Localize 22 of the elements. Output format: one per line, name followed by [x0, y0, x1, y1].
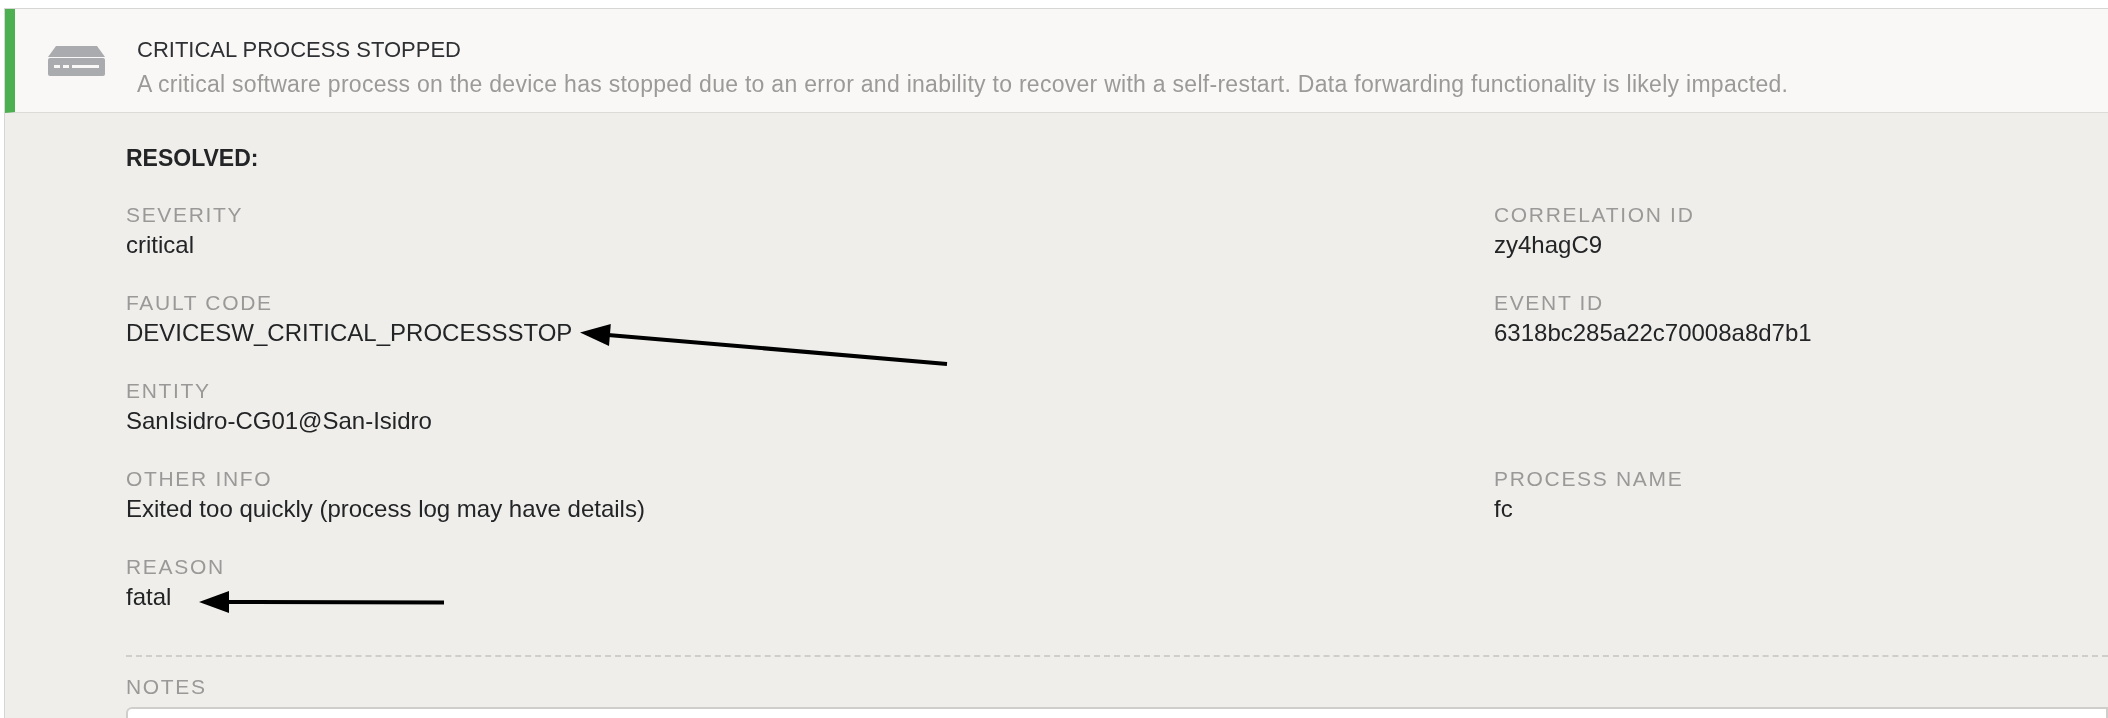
field-label: FAULT CODE — [126, 290, 273, 316]
field-label: CORRELATION ID — [1494, 202, 1695, 228]
field-value: DEVICESW_CRITICAL_PROCESSSTOP — [126, 318, 573, 348]
field-value: 6318bc285a22c70008a8d7b1 — [1494, 318, 1812, 348]
field-value: fatal — [126, 582, 172, 612]
field-label: ENTITY — [126, 378, 211, 404]
field-value: fc — [1494, 494, 1513, 524]
field-value: SanIsidro-CG01@San-Isidro — [126, 406, 432, 436]
alert-description: A critical software process on the device has stopped due to an error and inability to recover with a self-restart. Data forwarding functionality is likely impacted. — [137, 70, 1789, 99]
status-heading: RESOLVED: — [126, 144, 259, 173]
field-label: EVENT ID — [1494, 290, 1604, 316]
field-value: zy4hagC9 — [1494, 230, 1603, 260]
field-value: Exited too quickly (process log may have details) — [126, 494, 645, 524]
alert-title: CRITICAL PROCESS STOPPED — [137, 36, 461, 64]
field-value: critical — [126, 230, 194, 260]
server-icon — [48, 45, 105, 76]
notes-label: NOTES — [126, 674, 207, 700]
field-label: OTHER INFO — [126, 466, 273, 492]
notes-field[interactable] — [126, 707, 2108, 718]
field-label: REASON — [126, 554, 225, 580]
field-label: SEVERITY — [126, 202, 244, 228]
field-label: PROCESS NAME — [1494, 466, 1684, 492]
